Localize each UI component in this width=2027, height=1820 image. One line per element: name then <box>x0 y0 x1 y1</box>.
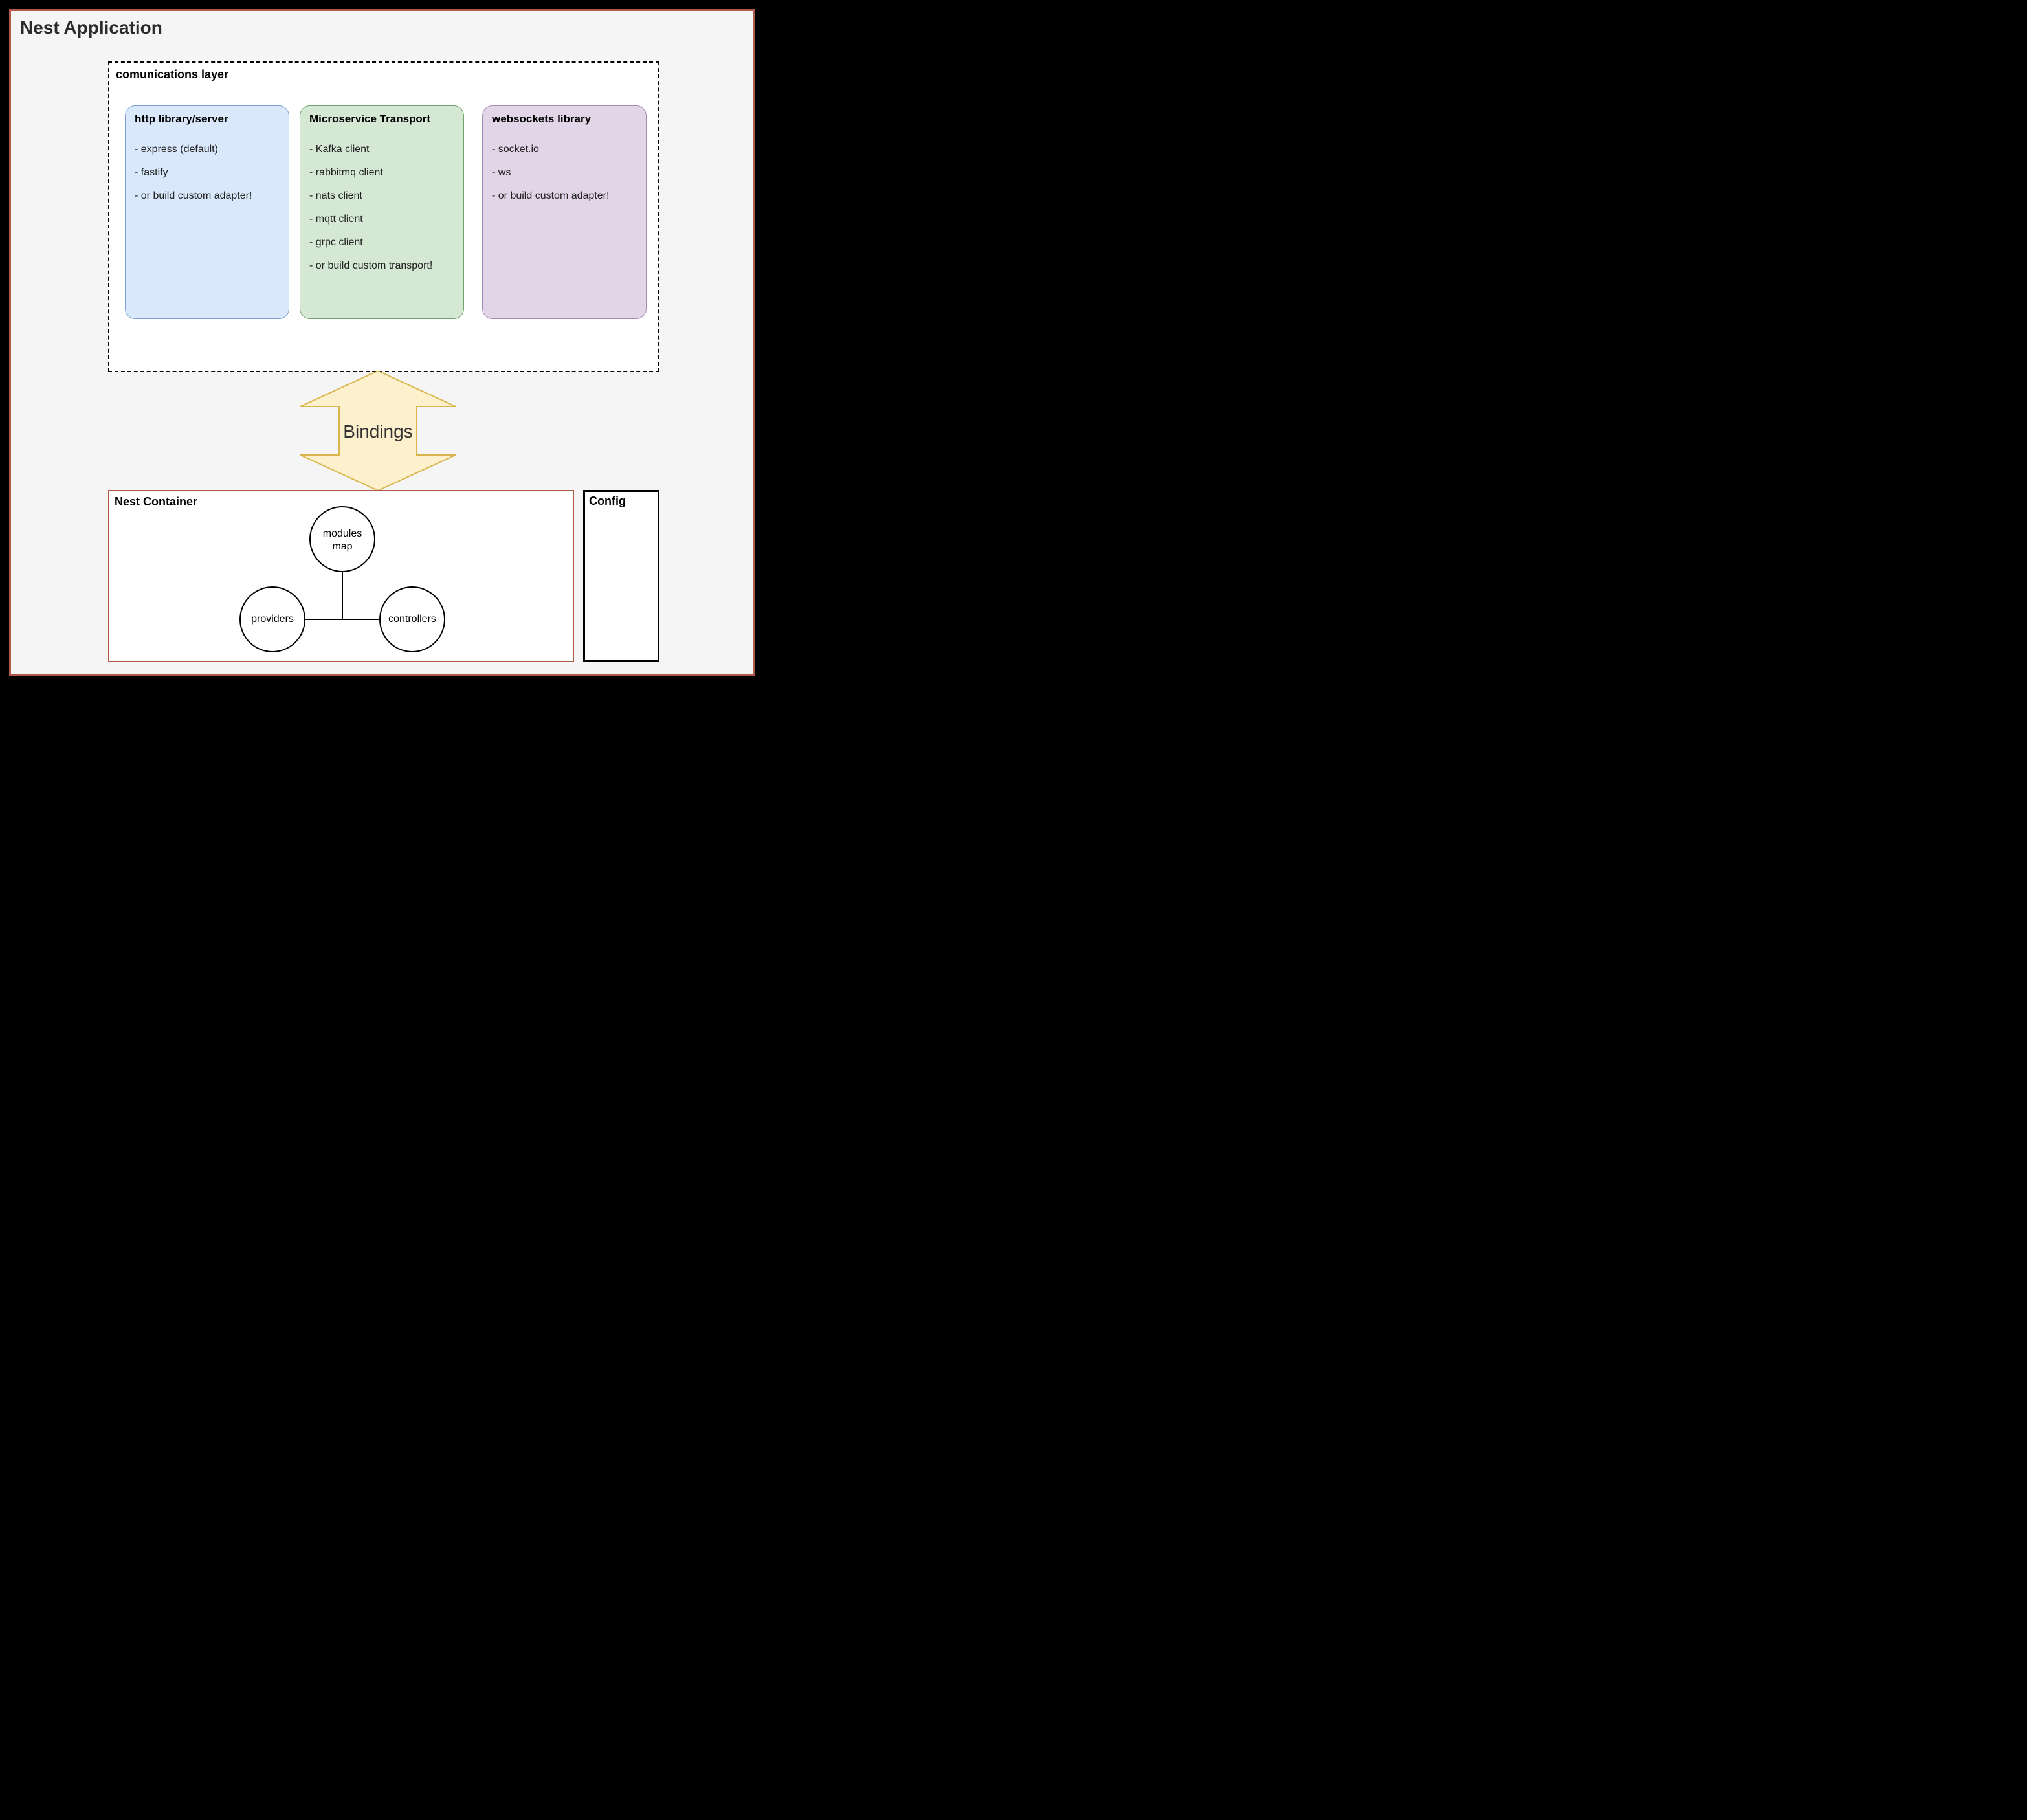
config-box: Config <box>583 490 659 662</box>
node-modules-label-2: map <box>332 541 352 552</box>
pillar-http-title: http library/server <box>135 113 280 126</box>
nest-container: Nest Container modules map providers con… <box>108 490 574 662</box>
list-item: - Kafka client <box>309 144 454 155</box>
list-item: - rabbitmq client <box>309 167 454 179</box>
list-item: - fastify <box>135 167 280 179</box>
list-item: - or build custom adapter! <box>135 190 280 202</box>
bindings-arrow: Bindings <box>239 371 517 491</box>
bindings-label: Bindings <box>239 421 517 442</box>
list-item: - mqtt client <box>309 214 454 225</box>
pillar-microservice: Microservice Transport - Kafka client - … <box>300 105 464 319</box>
node-modules-label-1: modules <box>323 528 362 539</box>
pillar-microservice-title: Microservice Transport <box>309 113 454 126</box>
node-providers-label: providers <box>251 614 294 625</box>
pillar-websockets: websockets library - socket.io - ws - or… <box>482 105 647 319</box>
communications-layer-title: comunications layer <box>116 68 228 82</box>
list-item: - or build custom transport! <box>309 260 454 272</box>
container-graph: modules map providers controllers <box>109 491 575 663</box>
node-controllers-label: controllers <box>388 614 436 625</box>
app-title: Nest Application <box>20 17 162 38</box>
list-item: - socket.io <box>492 144 637 155</box>
nest-application-frame: Nest Application comunications layer htt… <box>9 9 755 676</box>
list-item: - grpc client <box>309 237 454 249</box>
config-title: Config <box>589 494 626 508</box>
list-item: - nats client <box>309 190 454 202</box>
pillar-websockets-title: websockets library <box>492 113 637 126</box>
list-item: - or build custom adapter! <box>492 190 637 202</box>
list-item: - ws <box>492 167 637 179</box>
communications-layer: comunications layer http library/server … <box>108 61 659 372</box>
list-item: - express (default) <box>135 144 280 155</box>
pillar-http: http library/server - express (default) … <box>125 105 289 319</box>
